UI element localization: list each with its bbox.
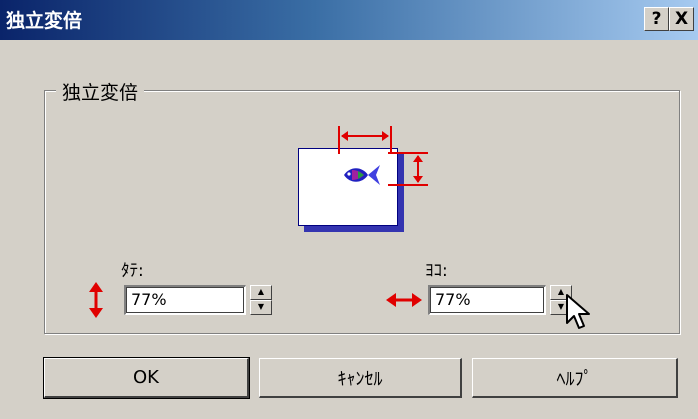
vertical-label: ﾀﾃ:	[121, 261, 144, 281]
vertical-spin-down-button[interactable]: ▼	[250, 300, 272, 315]
ok-button[interactable]: OK	[43, 357, 250, 399]
vertical-resize-arrow-icon	[89, 282, 103, 318]
mouse-cursor-icon	[566, 294, 590, 329]
horizontal-label: ﾖｺ:	[425, 261, 448, 281]
horizontal-scale-input[interactable]: 77%	[428, 285, 546, 315]
cancel-button[interactable]: ｷｬﾝｾﾙ	[259, 358, 462, 398]
window-title: 独立変倍	[6, 10, 83, 32]
help-button[interactable]: ﾍﾙﾌﾟ	[472, 358, 678, 398]
fish-icon	[344, 165, 380, 185]
vertical-spin-up-button[interactable]: ▲	[250, 285, 272, 300]
groupbox-label: 独立変倍	[56, 78, 145, 105]
title-bar[interactable]: 独立変倍 ? X	[0, 0, 698, 40]
help-title-button[interactable]: ?	[644, 7, 669, 31]
close-button[interactable]: X	[669, 7, 694, 31]
dialog-window: 独立変倍 ? X 独立変倍 ﾀﾃ: 77% ▲ ▼ ﾖｺ: 77% ▲ ▼ OK…	[0, 0, 698, 419]
height-dimension-icon	[388, 152, 428, 186]
vertical-spinner[interactable]: ▲ ▼	[250, 285, 272, 315]
vertical-scale-input[interactable]: 77%	[124, 285, 246, 315]
horizontal-resize-arrow-icon	[386, 293, 422, 307]
